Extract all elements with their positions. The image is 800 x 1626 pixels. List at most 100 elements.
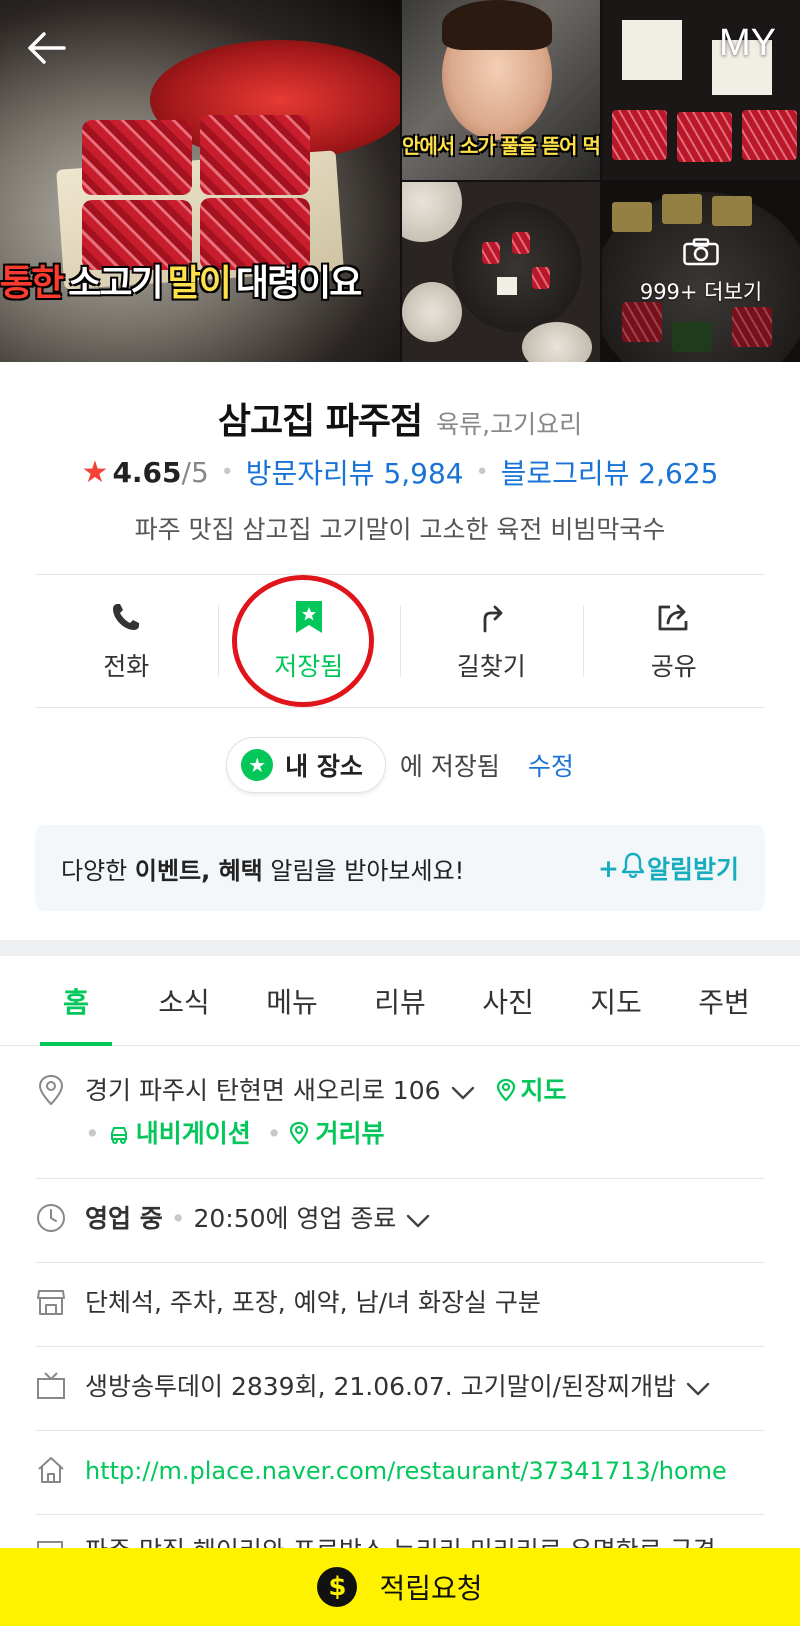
notification-subscribe-button[interactable]: + 알림받기 [598,850,739,886]
caption-word: 통한 [0,263,64,304]
document-icon [35,1534,67,1548]
my-button[interactable]: MY [719,22,776,65]
tab-menu[interactable]: 메뉴 [238,956,346,1045]
blog-reviews-link[interactable]: 블로그리뷰 2,625 [501,452,719,492]
tv-icon [35,1370,67,1402]
divider [35,1262,765,1263]
description-text-partial: 파주 맛집 해이리와 프로방스 누리리 미리리로 유명한로 근경 [85,1530,716,1548]
food-photo-2[interactable] [402,182,600,362]
more-photos-button[interactable]: 999+ 더보기 [602,182,800,362]
banner-text-bold: 이벤트, 혜택 [134,856,263,885]
share-label: 공유 [650,652,697,681]
hours-row: 영업 중 • 20:50에 영업 종료 [35,1198,765,1241]
homepage-link[interactable]: http://m.place.naver.com/restaurant/3734… [85,1450,727,1492]
notification-banner: 다양한 이벤트, 혜택 알림을 받아보세요! + 알림받기 [35,825,765,911]
tab-map[interactable]: 지도 [562,956,670,1045]
photo-gallery[interactable]: 통한 소고기 말이 대령이요 안에서 소가 풀을 뜯어 먹는 999+ 더보기 … [0,0,800,362]
divider [35,707,765,708]
my-places-label: 내 장소 [285,752,363,781]
navigation-link-label: 내비게이션 [135,1119,251,1148]
camera-icon [683,238,719,266]
place-title-row: 삼고집 파주점 육류,고기요리 [0,392,800,444]
saved-status-row: ★ 내 장소 에 저장됨 수정 [0,737,800,793]
divider [35,1514,765,1515]
map-link[interactable]: 지도 [496,1076,566,1105]
separator-dot: • [266,1119,282,1148]
dish-shape [402,282,462,342]
place-name: 삼고집 파주점 [217,401,423,442]
tofu-tile [622,20,682,80]
visitor-reviews-link[interactable]: 방문자리뷰 5,984 [246,452,464,492]
clock-icon [35,1202,67,1234]
location-pin-icon [35,1074,67,1106]
banner-text: 다양한 이벤트, 혜택 알림을 받아보세요! [61,851,464,886]
directions-button[interactable]: 길찾기 [400,575,583,707]
amenities-text: 단체석, 주차, 포장, 예약, 남/녀 화장실 구분 [85,1288,541,1317]
map-pin-icon [497,1078,516,1102]
meat-tile [482,242,500,264]
more-photos-label: 999+ 더보기 [639,280,763,304]
plate-shape [452,202,582,332]
call-label: 전화 [103,652,150,681]
navigation-link[interactable]: 내비게이션 [108,1119,251,1148]
streetview-pin-icon [290,1121,309,1145]
share-button[interactable]: 공유 [582,575,766,707]
baby-photo[interactable]: 안에서 소가 풀을 뜯어 먹는 [402,0,600,180]
place-description: 파주 맛집 삼고집 고기말이 고소한 육전 비빔막국수 [134,515,666,544]
meat-tile [512,232,530,254]
green-star-icon: ★ [241,749,274,781]
meat-tile [742,110,797,160]
closing-time: 20:50에 영업 종료 [193,1204,397,1233]
amenities-row: 단체석, 주차, 포장, 예약, 남/녀 화장실 구분 [35,1282,765,1324]
caption-word: 대령이요 [235,263,362,304]
bell-icon [621,852,645,884]
saved-status-text: 에 저장됨 [399,752,500,781]
tv-row: 생방송투데이 2839회, 21.06.07. 고기말이/된장찌개밥 [35,1366,765,1409]
separator-dot: • [170,1204,186,1233]
separator-dot: • [220,459,234,485]
separator-dot: • [85,1119,100,1148]
baby-hair-shape [442,0,552,50]
share-icon [656,599,692,635]
meat-roll [82,120,192,195]
description-row-partial: 파주 맛집 해이리와 프로방스 누리리 미리리로 유명한로 근경 [35,1530,765,1548]
banner-text-prefix: 다양한 [61,856,135,885]
saved-button[interactable]: 저장됨 [217,575,401,707]
tab-nearby[interactable]: 주변 [670,956,778,1045]
divider [35,1430,765,1431]
streetview-link[interactable]: 거리뷰 [289,1119,384,1148]
tab-home[interactable]: 홈 [22,956,130,1046]
car-icon [110,1127,127,1144]
points-request-button[interactable]: $ 적립요청 [0,1548,800,1626]
rating-value: 4.65 [112,455,182,489]
divider [35,1346,765,1347]
tv-text: 생방송투데이 2839회, 21.06.07. 고기말이/된장찌개밥 [85,1372,677,1401]
directions-label: 길찾기 [456,652,526,681]
plus-sign: + [598,853,619,883]
call-button[interactable]: 전화 [35,575,218,707]
edit-link[interactable]: 수정 [528,747,574,783]
tab-reviews[interactable]: 리뷰 [346,956,454,1045]
tab-news[interactable]: 소식 [130,956,238,1045]
chevron-down-icon[interactable] [406,1199,430,1241]
store-icon [35,1286,67,1318]
tofu-tile [497,277,517,295]
caption-word: 소고기 [68,263,163,304]
rating-max: /5 [181,455,209,489]
star-icon: ★ [81,454,109,490]
tab-bar: 홈 소식 메뉴 리뷰 사진 지도 주변 [0,956,800,1046]
chevron-down-icon[interactable] [451,1071,475,1113]
rating-row: ★ 4.65 /5 • 방문자리뷰 5,984 • 블로그리뷰 2,625 [0,452,800,492]
homepage-row: http://m.place.naver.com/restaurant/3734… [35,1450,765,1492]
hours-block: 영업 중 • 20:50에 영업 종료 [85,1198,430,1241]
coin-icon: $ [317,1567,358,1607]
address-block: 경기 파주시 탄현면 새오리로 106 지도 • 내비게이션 • 거리뷰 [85,1070,566,1155]
back-arrow-icon[interactable] [22,24,70,72]
dish-shape [522,322,592,362]
points-request-label: 적립요청 [379,1572,483,1605]
tab-photos[interactable]: 사진 [454,956,562,1045]
chevron-down-icon[interactable] [686,1367,710,1409]
tv-block: 생방송투데이 2839회, 21.06.07. 고기말이/된장찌개밥 [85,1366,710,1409]
my-places-chip[interactable]: ★ 내 장소 [226,737,386,793]
action-bar: 전화 저장됨 길찾기 공유 [35,575,765,707]
